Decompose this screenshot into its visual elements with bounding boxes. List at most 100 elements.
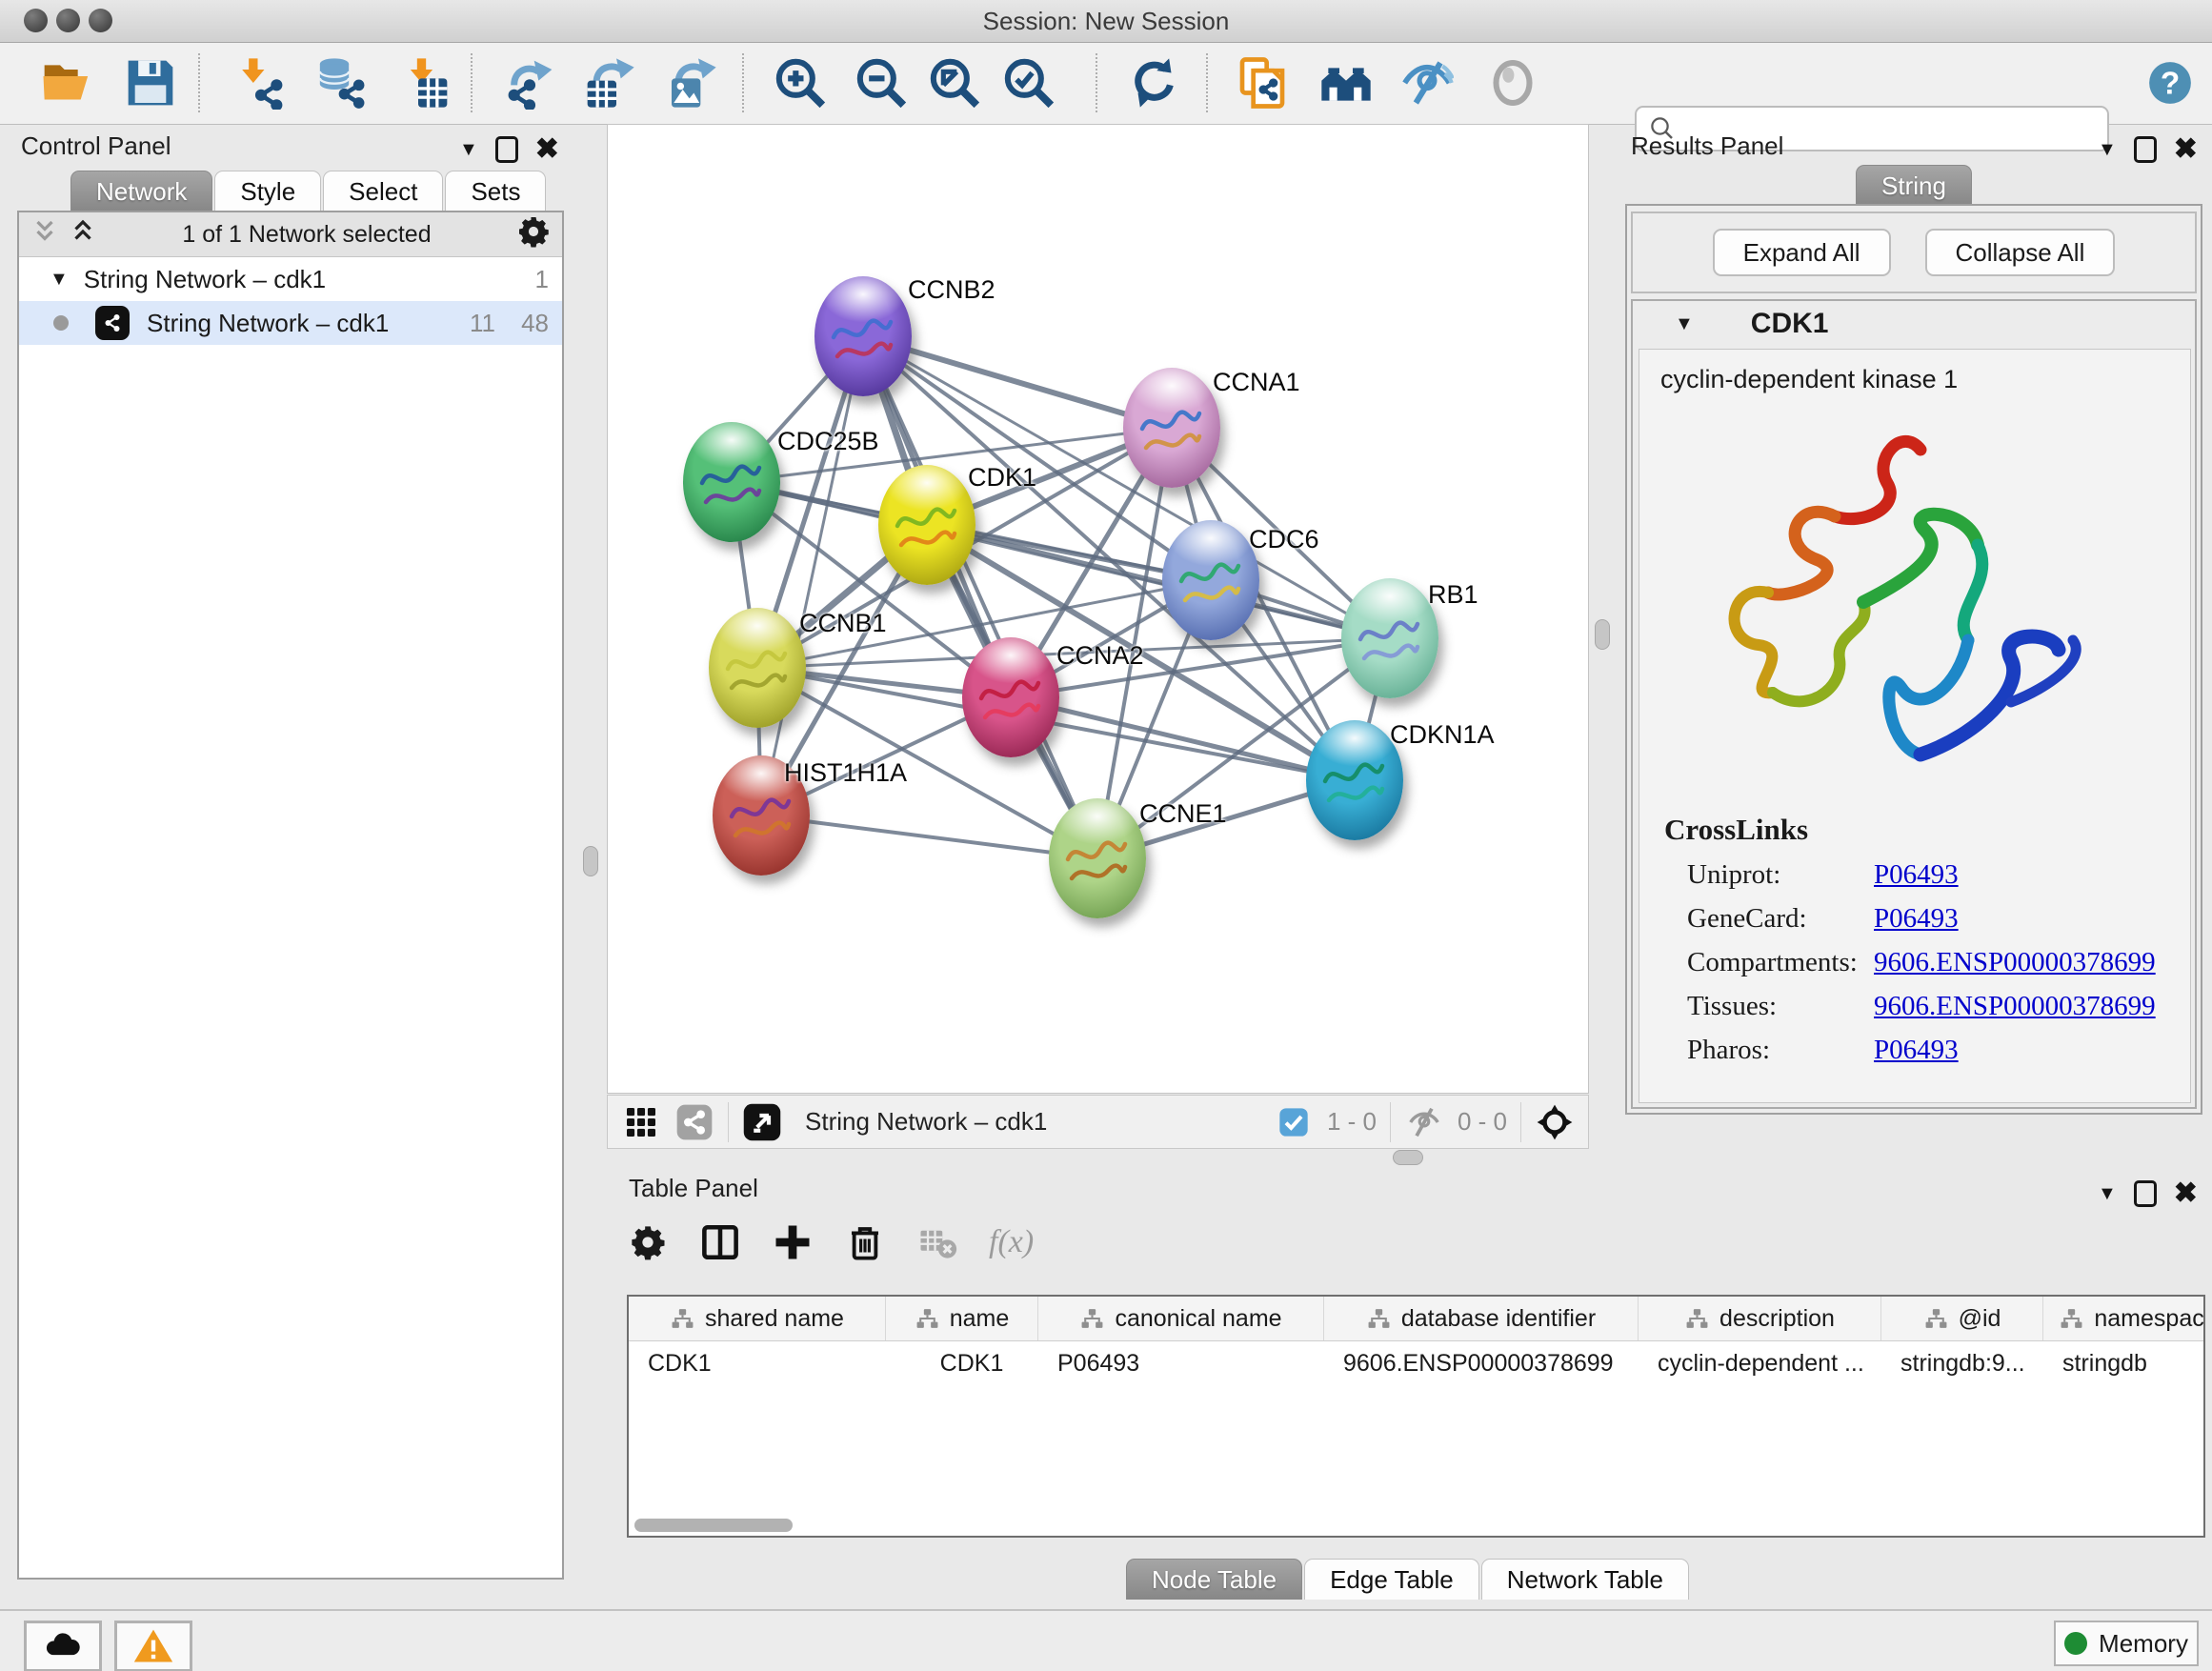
collapse-all-button[interactable]: Collapse All <box>1925 229 2116 276</box>
tab-edge-table[interactable]: Edge Table <box>1304 1559 1479 1600</box>
network-node-CDK1[interactable] <box>878 465 975 585</box>
network-node-CDC6[interactable] <box>1162 520 1259 640</box>
crosslink-link[interactable]: P06493 <box>1874 859 1959 891</box>
network-share-icon[interactable] <box>674 1102 714 1142</box>
open-session-button[interactable] <box>40 56 93 110</box>
gear-icon[interactable] <box>516 214 551 255</box>
panel-collapse-icon[interactable]: ▼ <box>2098 1183 2117 1205</box>
delete-column-trash-icon[interactable] <box>844 1221 886 1263</box>
add-column-icon[interactable] <box>772 1221 814 1263</box>
table-toolbar: f(x) <box>627 1221 1034 1263</box>
crosslink-link[interactable]: P06493 <box>1874 903 1959 935</box>
horizontal-splitter-handle[interactable] <box>1393 1150 1423 1165</box>
export-table-button[interactable] <box>583 56 636 110</box>
collection-count: 1 <box>501 265 549 294</box>
network-node-RB1[interactable] <box>1341 578 1438 698</box>
panel-close-icon[interactable]: ✖ <box>2174 135 2198 164</box>
crosslink-link[interactable]: 9606.ENSP00000378699 <box>1874 947 2156 978</box>
table-gear-icon[interactable] <box>627 1221 669 1263</box>
application-window: Session: New Session <box>0 0 2212 1671</box>
network-node-CCNB2[interactable] <box>814 276 912 396</box>
import-network-file-button[interactable] <box>234 56 288 110</box>
help-icon[interactable]: ? <box>2146 59 2194 107</box>
zoom-in-button[interactable] <box>774 56 827 110</box>
show-eye-button[interactable] <box>1486 56 1539 110</box>
column-header-canonical-name[interactable]: canonical name <box>1038 1297 1324 1340</box>
network-node-CCNA2[interactable] <box>962 637 1059 757</box>
network-node-CCNB1[interactable] <box>709 608 806 728</box>
collapse-all-chevron-icon[interactable] <box>69 217 97 252</box>
zoom-fit-button[interactable] <box>928 56 981 110</box>
table-cell: stringdb <box>2043 1341 2205 1385</box>
network-canvas[interactable]: CCNB2CCNA1CDC25BCDK1CDC6RB1CCNB1CCNA2CDK… <box>607 124 1589 1094</box>
panel-collapse-icon[interactable]: ▼ <box>2098 139 2117 161</box>
panel-close-icon[interactable]: ✖ <box>2174 1179 2198 1208</box>
show-columns-icon[interactable] <box>699 1221 741 1263</box>
tab-sets[interactable]: Sets <box>445 171 546 211</box>
network-label: String Network – cdk1 <box>147 309 442 338</box>
first-neighbors-button[interactable] <box>1319 56 1373 110</box>
column-header--id[interactable]: @id <box>1881 1297 2043 1340</box>
tab-string[interactable]: String <box>1856 165 1972 206</box>
save-session-button[interactable] <box>124 56 177 110</box>
zoom-selected-button[interactable] <box>1002 56 1056 110</box>
network-node-CDC25B[interactable] <box>683 422 780 542</box>
expand-all-button[interactable]: Expand All <box>1713 229 1891 276</box>
protein-structure-image <box>1678 416 2154 797</box>
tab-select[interactable]: Select <box>323 171 443 211</box>
export-network-button[interactable] <box>503 56 556 110</box>
refresh-layout-button[interactable] <box>1128 56 1181 110</box>
column-header-description[interactable]: description <box>1639 1297 1881 1340</box>
table-body: CDK1CDK1P064939606.ENSP00000378699cyclin… <box>629 1341 2203 1385</box>
import-network-database-button[interactable] <box>314 56 368 110</box>
hide-unhide-button[interactable] <box>1400 56 1454 110</box>
tab-network[interactable]: Network <box>70 171 212 211</box>
crosslink-link[interactable]: 9606.ENSP00000378699 <box>1874 991 2156 1022</box>
warning-button[interactable] <box>114 1621 192 1671</box>
crosslink-link[interactable]: P06493 <box>1874 1035 1959 1066</box>
vertical-splitter-handle[interactable] <box>583 846 598 876</box>
column-header-shared-name[interactable]: shared name <box>629 1297 886 1340</box>
panel-collapse-icon[interactable]: ▼ <box>459 139 478 161</box>
fit-crosshair-icon[interactable] <box>1535 1102 1575 1142</box>
network-node-CCNA1[interactable] <box>1123 368 1220 488</box>
export-image-button[interactable] <box>665 56 718 110</box>
delete-table-icon[interactable] <box>916 1221 958 1263</box>
network-node-CDKN1A[interactable] <box>1306 720 1403 840</box>
crosslink-row: Tissues:9606.ENSP00000378699 <box>1687 984 2173 1028</box>
tab-network-table[interactable]: Network Table <box>1481 1559 1689 1600</box>
import-table-button[interactable] <box>398 56 452 110</box>
zoom-out-button[interactable] <box>855 56 908 110</box>
network-row[interactable]: String Network – cdk1 11 48 <box>19 301 562 345</box>
panel-float-icon[interactable] <box>2134 136 2157 163</box>
column-header-namespace[interactable]: namespace <box>2043 1297 2205 1340</box>
function-builder-icon[interactable]: f(x) <box>989 1224 1034 1260</box>
table-horizontal-scrollbar[interactable] <box>634 1519 793 1532</box>
vertical-splitter-handle[interactable] <box>1595 619 1610 650</box>
column-header-name[interactable]: name <box>886 1297 1038 1340</box>
gene-section-header[interactable]: ▼ CDK1 <box>1633 301 2195 347</box>
panel-float-icon[interactable] <box>495 136 518 163</box>
selected-checkbox-icon[interactable] <box>1274 1102 1314 1142</box>
network-collection-row[interactable]: ▼ String Network – cdk1 1 <box>19 257 562 301</box>
panel-close-icon[interactable]: ✖ <box>535 135 559 164</box>
column-header-database-identifier[interactable]: database identifier <box>1324 1297 1639 1340</box>
node-label-HIST1H1A: HIST1H1A <box>784 758 907 788</box>
control-panel-header-icons: ▼ ✖ <box>459 135 559 164</box>
tree-expander-icon[interactable]: ▼ <box>50 269 69 291</box>
grid-view-icon[interactable] <box>621 1102 661 1142</box>
hidden-eye-slash-icon[interactable] <box>1404 1102 1444 1142</box>
panel-float-icon[interactable] <box>2134 1180 2157 1207</box>
toolbar-separator <box>198 53 200 112</box>
tab-node-table[interactable]: Node Table <box>1126 1559 1302 1600</box>
network-view-toolbar: String Network – cdk1 1 - 0 0 - 0 <box>607 1095 1589 1149</box>
clone-network-button[interactable] <box>1236 56 1289 110</box>
cloud-button[interactable] <box>24 1621 102 1671</box>
expand-all-chevron-icon[interactable] <box>30 217 59 252</box>
tab-style[interactable]: Style <box>214 171 321 211</box>
network-node-CCNE1[interactable] <box>1049 798 1146 918</box>
memory-button[interactable]: Memory <box>2054 1621 2199 1666</box>
table-row[interactable]: CDK1CDK1P064939606.ENSP00000378699cyclin… <box>629 1341 2203 1385</box>
section-expander-icon[interactable]: ▼ <box>1675 313 1694 335</box>
birds-eye-view-icon[interactable] <box>742 1102 782 1142</box>
